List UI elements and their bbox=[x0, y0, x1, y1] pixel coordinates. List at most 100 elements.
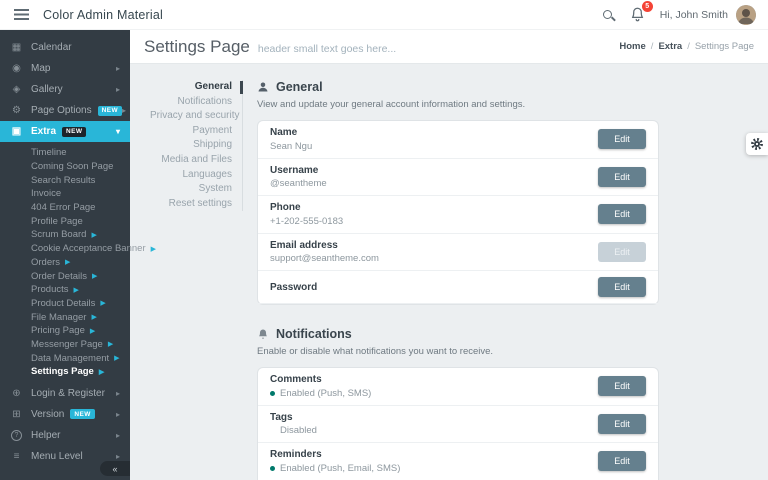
section-general: General View and update your general acc… bbox=[257, 80, 659, 305]
paper-plane-icon: ▶ bbox=[74, 286, 79, 294]
row-text: Password bbox=[270, 282, 317, 293]
submenu-item[interactable]: Coming Soon Page bbox=[0, 160, 130, 174]
settings-row: Username @seantheme Edit bbox=[258, 159, 658, 197]
settings-nav-item[interactable]: Reset settings bbox=[150, 197, 232, 212]
sidebar-item[interactable]: ? Helper ▸ bbox=[0, 425, 130, 446]
submenu-item[interactable]: Order Details ▶ bbox=[0, 269, 130, 283]
page-toolbar: Settings Page header small text goes her… bbox=[130, 30, 768, 64]
submenu-item[interactable]: Orders ▶ bbox=[0, 256, 130, 270]
edit-button[interactable]: Edit bbox=[598, 242, 646, 262]
submenu-item[interactable]: Messenger Page ▶ bbox=[0, 338, 130, 352]
submenu-item[interactable]: 404 Error Page bbox=[0, 201, 130, 215]
avatar[interactable] bbox=[736, 5, 756, 25]
settings-nav-item[interactable]: Payment bbox=[150, 124, 232, 139]
edit-button[interactable]: Edit bbox=[598, 204, 646, 224]
row-text: Email address support@seantheme.com bbox=[270, 240, 379, 265]
submenu-item[interactable]: Invoice bbox=[0, 187, 130, 201]
person-icon bbox=[257, 81, 269, 93]
row-value: Sean Ngu bbox=[270, 141, 312, 152]
status-dot bbox=[270, 428, 275, 433]
breadcrumb-item[interactable]: Settings Page bbox=[682, 41, 754, 52]
row-label: Phone bbox=[270, 202, 343, 213]
row-value: Enabled (Push, SMS) bbox=[280, 388, 371, 399]
edit-button[interactable]: Edit bbox=[598, 129, 646, 149]
submenu-item[interactable]: Scrum Board ▶ bbox=[0, 228, 130, 242]
calendar-icon: ▦ bbox=[10, 42, 23, 53]
section-description: Enable or disable what notifications you… bbox=[257, 346, 659, 357]
chevron-right-icon: ▸ bbox=[116, 389, 120, 398]
edit-button[interactable]: Edit bbox=[598, 414, 646, 434]
row-value: support@seantheme.com bbox=[270, 253, 379, 264]
row-value: +1-202-555-0183 bbox=[270, 216, 343, 227]
submenu-item[interactable]: Profile Page bbox=[0, 214, 130, 228]
submenu-item-label: Order Details bbox=[31, 271, 87, 282]
submenu-item[interactable]: Settings Page ▶ bbox=[0, 365, 130, 379]
settings-row: Name Sean Ngu Edit bbox=[258, 121, 658, 159]
sidebar-item[interactable]: ▣ Extra NEW ▾ bbox=[0, 121, 130, 142]
row-label: Name bbox=[270, 127, 312, 138]
map-pin-icon: ◉ bbox=[10, 63, 23, 74]
settings-nav-item[interactable]: Languages bbox=[150, 168, 232, 183]
hamburger-menu-icon[interactable] bbox=[14, 9, 29, 20]
paper-plane-icon: ▶ bbox=[151, 245, 156, 253]
app-title: Color Admin Material bbox=[43, 8, 163, 22]
lock-icon: ⊕ bbox=[10, 388, 23, 399]
gallery-icon: ◈ bbox=[10, 84, 23, 95]
submenu-item[interactable]: Timeline bbox=[0, 146, 130, 160]
sidebar-item[interactable]: ◈ Gallery ▸ bbox=[0, 79, 130, 100]
help-icon: ? bbox=[11, 430, 22, 441]
submenu-item-label: Settings Page bbox=[31, 366, 94, 377]
submenu-item[interactable]: Data Management ▶ bbox=[0, 351, 130, 365]
notification-count-badge: 5 bbox=[642, 1, 653, 12]
settings-nav-item[interactable]: System bbox=[150, 182, 232, 197]
submenu-item[interactable]: Search Results bbox=[0, 173, 130, 187]
paper-plane-icon: ▶ bbox=[114, 354, 119, 362]
extra-submenu: Timeline Coming Soon Page Search Results bbox=[0, 142, 130, 383]
sidebar-item[interactable]: ⊕ Login & Register ▸ bbox=[0, 383, 130, 404]
row-label: Tags bbox=[270, 412, 317, 423]
settings-row: Phone +1-202-555-0183 Edit bbox=[258, 196, 658, 234]
general-card: Name Sean Ngu Edit Username bbox=[257, 120, 659, 305]
sidebar-item[interactable]: ▦ Calendar bbox=[0, 37, 130, 58]
submenu-item-label: 404 Error Page bbox=[31, 202, 95, 213]
submenu-item[interactable]: Products ▶ bbox=[0, 283, 130, 297]
submenu-item-label: Messenger Page bbox=[31, 339, 103, 350]
breadcrumb-item[interactable]: Home bbox=[619, 41, 645, 52]
theme-settings-button[interactable] bbox=[746, 133, 768, 155]
section-notifications-header: Notifications bbox=[257, 327, 659, 341]
submenu-item-label: Scrum Board bbox=[31, 229, 86, 240]
row-label: Reminders bbox=[270, 449, 400, 460]
sidebar-item[interactable]: ⚙ Page Options NEW ▸ bbox=[0, 100, 130, 121]
submenu-item[interactable]: Pricing Page ▶ bbox=[0, 324, 130, 338]
page-title: Settings Page bbox=[144, 37, 250, 57]
sidebar-item[interactable]: ⊞ Version NEW ▸ bbox=[0, 404, 130, 425]
row-text: Name Sean Ngu bbox=[270, 127, 312, 152]
paper-plane-icon: ▶ bbox=[92, 272, 97, 280]
breadcrumb-item[interactable]: Extra bbox=[646, 41, 682, 52]
settings-sections: General View and update your general acc… bbox=[257, 80, 659, 480]
paper-plane-icon: ▶ bbox=[91, 231, 96, 239]
settings-nav-item[interactable]: Notifications bbox=[150, 95, 232, 110]
paper-plane-icon: ▶ bbox=[99, 368, 104, 376]
settings-nav-item[interactable]: General bbox=[150, 80, 232, 95]
notifications-button[interactable]: 5 bbox=[626, 3, 650, 27]
sidebar-collapse-button[interactable]: « bbox=[100, 461, 130, 476]
edit-button[interactable]: Edit bbox=[598, 376, 646, 396]
row-text: Tags Disabled bbox=[270, 412, 317, 437]
sidebar-item[interactable]: ◉ Map ▸ bbox=[0, 58, 130, 79]
settings-nav-item[interactable]: Privacy and security bbox=[150, 109, 232, 124]
row-text: Comments Enabled (Push, SMS) bbox=[270, 374, 371, 399]
submenu-item[interactable]: Cookie Acceptance Banner ▶ bbox=[0, 242, 130, 256]
edit-button[interactable]: Edit bbox=[598, 167, 646, 187]
settings-nav-item[interactable]: Shipping bbox=[150, 138, 232, 153]
search-button[interactable] bbox=[596, 3, 620, 27]
edit-button[interactable]: Edit bbox=[598, 277, 646, 297]
settings-nav-item[interactable]: Media and Files bbox=[150, 153, 232, 168]
caret-down-icon: ▾ bbox=[116, 127, 120, 136]
submenu-item-label: Product Details bbox=[31, 298, 95, 309]
edit-button[interactable]: Edit bbox=[598, 451, 646, 471]
sidebar-item-label: Calendar bbox=[31, 42, 72, 53]
submenu-item[interactable]: File Manager ▶ bbox=[0, 310, 130, 324]
paper-plane-icon: ▶ bbox=[91, 313, 96, 321]
submenu-item[interactable]: Product Details ▶ bbox=[0, 297, 130, 311]
